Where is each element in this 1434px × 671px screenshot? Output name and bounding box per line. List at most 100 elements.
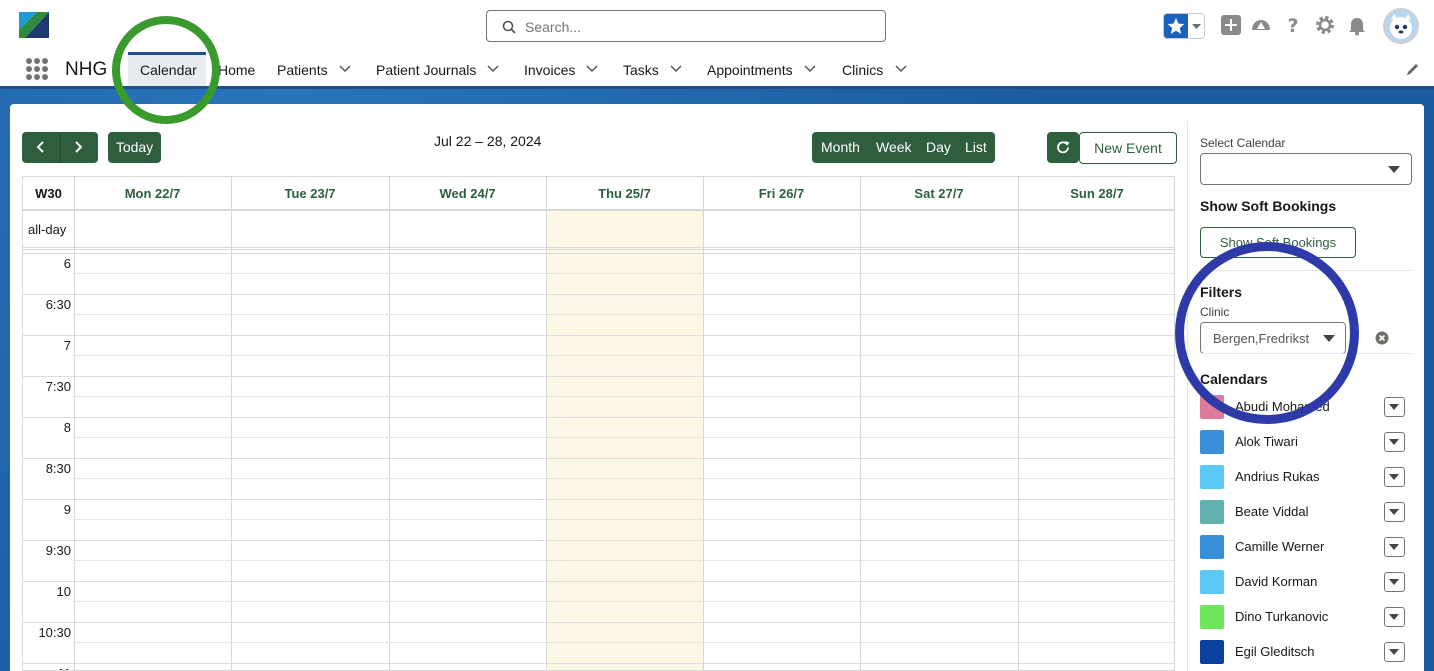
calendar-options-dropdown[interactable] [1384,537,1405,557]
calendar-list-item[interactable]: Beate Viddal [1200,498,1413,526]
time-slot-line [23,417,1174,418]
time-slot-line [23,622,1174,623]
today-button[interactable]: Today [108,132,161,163]
calendar-name: David Korman [1235,574,1318,589]
app-nav-bar: NHG Calendar Home Patients Patient Journ… [0,52,1434,89]
chevron-down-icon [1389,614,1399,620]
day-header-sun[interactable]: Sun 28/7 [1018,177,1174,210]
week-number-label: W30 [23,177,74,210]
appointments-chevron-down-icon[interactable] [804,65,816,73]
day-header-sat[interactable]: Sat 27/7 [860,177,1018,210]
trailhead-icon[interactable] [1250,14,1272,36]
clinics-chevron-down-icon[interactable] [895,65,907,73]
calendar-list-item[interactable]: David Korman [1200,568,1413,596]
calendar-list-item[interactable]: Andrius Rukas [1200,463,1413,491]
clinic-filter-value: Bergen,Fredrikst [1213,331,1310,346]
new-event-button[interactable]: New Event [1079,132,1177,164]
calendar-options-dropdown[interactable] [1384,642,1405,662]
next-week-chevron-right-icon[interactable] [72,141,84,153]
clear-clinic-filter-icon[interactable] [1375,331,1389,345]
clinic-filter-chevron-icon [1323,335,1335,342]
show-soft-bookings-button[interactable]: Show Soft Bookings [1200,227,1356,258]
day-header-fri[interactable]: Fri 26/7 [703,177,860,210]
all-day-row[interactable]: all-day [23,210,1174,250]
chevron-down-icon [1389,439,1399,445]
calendar-list-item[interactable]: Abudi Mohamed [1200,393,1413,421]
calendar-options-dropdown[interactable] [1384,397,1405,417]
global-header: Search... ? [0,0,1434,52]
nav-tab-calendar[interactable]: Calendar [128,52,206,86]
time-slot-line [23,581,1174,582]
calendar-color-swatch [1200,395,1224,419]
select-calendar-dropdown[interactable] [1200,153,1412,185]
time-slot-line [23,540,1174,541]
calendar-name: Camille Werner [1235,539,1325,554]
view-week-button[interactable]: Week [876,132,912,163]
clinic-filter-dropdown[interactable]: Bergen,Fredrikst [1200,322,1346,354]
calendar-list-item[interactable]: Dino Turkanovic [1200,603,1413,631]
nav-tab-appointments[interactable]: Appointments [707,52,793,86]
calendar-color-swatch [1200,500,1224,524]
add-icon[interactable] [1220,14,1242,36]
view-day-button[interactable]: Day [926,132,951,163]
favorites-button[interactable] [1163,13,1205,39]
app-logo-icon[interactable] [19,12,49,38]
calendar-name: Alok Tiwari [1235,434,1298,449]
refresh-button[interactable] [1047,132,1079,163]
app-launcher-icon[interactable] [26,58,48,80]
calendar-sidebar: Select Calendar Show Soft Bookings Show … [1187,121,1424,671]
calendar-color-swatch [1200,430,1224,454]
patients-chevron-down-icon[interactable] [339,65,351,73]
nav-tab-patient-journals[interactable]: Patient Journals [376,52,476,86]
time-label: 10 [56,584,71,599]
tasks-chevron-down-icon[interactable] [670,65,682,73]
favorites-dropdown-icon[interactable] [1188,14,1204,38]
day-header-wed[interactable]: Wed 24/7 [389,177,546,210]
chevron-down-icon [1389,474,1399,480]
half-slot-line [74,478,1174,479]
view-month-button[interactable]: Month [821,132,860,163]
nav-tab-home[interactable]: Home [218,52,255,86]
global-search-input[interactable]: Search... [486,10,886,42]
half-slot-line [74,355,1174,356]
calendar-color-swatch [1200,465,1224,489]
calendar-card: Today Jul 22 – 28, 2024 Month Week Day L… [10,104,1424,671]
calendar-options-dropdown[interactable] [1384,572,1405,592]
nav-tab-tasks[interactable]: Tasks [623,52,659,86]
patient-journals-chevron-down-icon[interactable] [487,65,499,73]
time-label: 7 [63,338,71,353]
svg-text:?: ? [1287,15,1298,36]
calendar-options-dropdown[interactable] [1384,607,1405,627]
calendar-options-dropdown[interactable] [1384,502,1405,522]
user-avatar[interactable] [1383,8,1419,44]
calendar-options-dropdown[interactable] [1384,432,1405,452]
nav-tab-clinics[interactable]: Clinics [842,52,883,86]
nav-tab-invoices[interactable]: Invoices [524,52,575,86]
nav-tab-patients[interactable]: Patients [277,52,328,86]
half-slot-line [74,560,1174,561]
calendar-list-item[interactable]: Camille Werner [1200,533,1413,561]
calendar-options-dropdown[interactable] [1384,467,1405,487]
time-label: 10:30 [38,625,71,640]
half-slot-line [74,642,1174,643]
calendar-name: Andrius Rukas [1235,469,1320,484]
day-header-tue[interactable]: Tue 23/7 [231,177,389,210]
chevron-down-icon [1389,404,1399,410]
chevron-down-icon [1389,649,1399,655]
half-slot-line [74,273,1174,274]
time-label: 8 [63,420,71,435]
calendar-list-item[interactable]: Egil Gleditsch [1200,638,1413,666]
edit-nav-pencil-icon[interactable] [1406,62,1420,76]
day-header-mon[interactable]: Mon 22/7 [74,177,231,210]
notifications-bell-icon[interactable] [1346,14,1368,36]
day-header-thu[interactable]: Thu 25/7 [546,177,703,210]
calendar-list-item[interactable]: Alok Tiwari [1200,428,1413,456]
help-icon[interactable]: ? [1282,14,1304,36]
view-list-button[interactable]: List [965,132,987,163]
invoices-chevron-down-icon[interactable] [586,65,598,73]
time-label: 9 [63,502,71,517]
calendar-name: Abudi Mohamed [1235,399,1330,414]
prev-week-chevron-left-icon[interactable] [35,141,47,153]
settings-gear-icon[interactable] [1314,14,1336,36]
time-slot-line [23,663,1174,664]
